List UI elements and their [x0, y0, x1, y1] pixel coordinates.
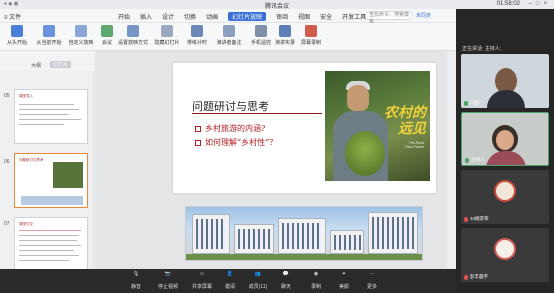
meeting-window: ● ◆ ▣ 腾讯会议 01:58:02 –□× ≡ 文件 开始 插入 设计 切换… — [0, 0, 554, 293]
from-start-button[interactable]: 从头开始 — [0, 25, 34, 46]
wps-menu-bar: ≡ 文件 开始 插入 设计 切换 动画 幻灯片放映 审阅 视图 安全 开发工具 … — [0, 9, 456, 25]
more-button[interactable]: ⋯ 更多 — [356, 271, 388, 290]
thumb-title: 课堂导入 — [19, 94, 33, 98]
title-underline — [192, 113, 322, 114]
members-icon: 👥 — [254, 271, 262, 277]
slide-thumbnail-selected[interactable]: 问题研讨与思考 — [14, 153, 88, 208]
participants-panel: 正在讲话: 主持人; 马国 主持人 34桃李荣 彭丰晨宇 — [456, 9, 554, 293]
participant-tile[interactable]: 马国 — [461, 54, 549, 108]
microphone-icon: 🎙 — [132, 271, 140, 277]
chat-button[interactable]: 💬 聊天 — [270, 271, 302, 290]
checkbox-bullet-icon — [195, 125, 201, 132]
notes-icon — [223, 25, 235, 37]
mute-button[interactable]: 🎙 静音 — [120, 271, 152, 290]
campus-building-image — [185, 206, 423, 261]
sync-status[interactable]: 未同步 — [416, 12, 431, 19]
more-icon: ⋯ — [369, 271, 375, 277]
add-user-icon: 👤 — [226, 271, 234, 277]
avatar — [494, 238, 516, 260]
thumb-number: 07 — [4, 221, 10, 227]
participant-name: 彭丰晨宇 — [464, 274, 488, 280]
stop-video-button[interactable]: 📷 停止视频 — [152, 271, 184, 290]
record-icon: ◉ — [313, 271, 319, 277]
tab-developer[interactable]: 开发工具 — [342, 12, 366, 21]
shared-screen: ≡ 文件 开始 插入 设计 切换 动画 幻灯片放映 审阅 视图 安全 开发工具 … — [0, 9, 456, 269]
mic-muted-icon — [464, 216, 468, 222]
thumb-building — [21, 196, 83, 205]
tab-design[interactable]: 设计 — [162, 12, 174, 21]
slide-title: 问题研讨与思考 — [192, 100, 269, 113]
record-icon — [305, 25, 317, 37]
magazine-title: 农村的 远见 — [384, 105, 426, 137]
speaking-indicator: 正在讲话: 主持人; — [462, 46, 502, 52]
play-icon — [11, 25, 23, 37]
participant-video — [496, 130, 514, 150]
current-slide[interactable]: 问题研讨与思考 乡村旅游的内涵? 如何理解“乡村性”？ 农村的 远见 The R… — [173, 63, 436, 193]
participant-name: 马国 — [464, 100, 479, 106]
file-menu[interactable]: ≡ 文件 — [4, 12, 21, 21]
tab-view[interactable]: 视图 — [298, 12, 310, 21]
speaker-notes-button[interactable]: 演讲者备注 — [212, 25, 246, 46]
play-current-icon — [43, 25, 55, 37]
thumb-title: 问题研讨与思考 — [19, 158, 44, 162]
thumb-photo — [53, 162, 83, 188]
ribbon-tabs: 开始 插入 设计 切换 动画 幻灯片放映 审阅 视图 安全 开发工具 — [118, 12, 366, 21]
slides-tab[interactable]: 幻灯片 — [50, 61, 72, 68]
participant-name: 34桃李荣 — [464, 216, 489, 222]
meeting-toolbar: 🎙 静音 📷 停止视频 ▭ 共享屏幕 👤 邀请 👥 成员(11) 💬 聊天 ◉ 录制 ✦ 美颜 … — [0, 269, 456, 293]
magazine-cover-image: 农村的 远见 The Rural Farm Future — [325, 71, 430, 181]
mic-icon — [465, 157, 469, 163]
timer-icon — [191, 25, 203, 37]
rehearse-timing-button[interactable]: 排练计时 — [180, 25, 214, 46]
title-bar: ● ◆ ▣ 腾讯会议 01:58:02 –□× — [0, 0, 554, 10]
speech-icon — [279, 25, 291, 37]
custom-show-icon — [75, 25, 87, 37]
thumb-number: 05 — [4, 93, 10, 99]
participant-tile[interactable]: 彭丰晨宇 — [461, 228, 549, 282]
phone-icon — [255, 25, 267, 37]
hide-slide-button[interactable]: 隐藏幻灯片 — [150, 25, 184, 46]
checkbox-bullet-icon — [195, 139, 201, 146]
thumb-number: 06 — [4, 159, 10, 165]
slide-thumbnail[interactable]: 课堂讨论 — [14, 217, 88, 269]
magazine-subtitle: The Rural Farm Future — [404, 141, 424, 149]
beauty-icon: ✦ — [341, 271, 347, 277]
slide-bullet: 乡村旅游的内涵? — [195, 123, 265, 134]
participant-tile-active[interactable]: 主持人 — [461, 112, 549, 166]
chat-icon: 💬 — [282, 271, 290, 277]
from-current-button[interactable]: 从当前开始 — [32, 25, 66, 46]
slide-thumbnails: 05 课堂导入 06 问题研讨与思考 07 课堂讨论 — [0, 71, 94, 269]
participant-name: 主持人 — [465, 157, 485, 163]
window-controls[interactable]: –□× — [529, 1, 551, 7]
tab-review[interactable]: 审阅 — [276, 12, 288, 21]
slide-thumbnail[interactable]: 课堂导入 — [14, 89, 88, 144]
tab-insert[interactable]: 插入 — [140, 12, 152, 21]
meeting-timer: 01:58:02 — [496, 1, 520, 7]
avatar — [494, 180, 516, 202]
tab-animations[interactable]: 动画 — [206, 12, 218, 21]
command-search-input[interactable]: 查找命令、搜索模板 — [365, 11, 413, 25]
tab-transitions[interactable]: 切换 — [184, 12, 196, 21]
setup-show-button[interactable]: 设置放映方式 — [116, 25, 150, 46]
thumbnail-panel-header: 大纲 幻灯片 — [0, 60, 94, 71]
camera-icon: 📷 — [164, 271, 172, 277]
mic-icon — [464, 100, 468, 106]
thumb-title: 课堂讨论 — [19, 222, 33, 226]
screen-record-button[interactable]: 屏幕录制 — [294, 25, 328, 46]
tab-home[interactable]: 开始 — [118, 12, 130, 21]
outline-tab[interactable]: 大纲 — [31, 62, 41, 69]
mic-muted-icon — [464, 274, 468, 280]
hide-slide-icon — [161, 25, 173, 37]
slide-bullet: 如何理解“乡村性”？ — [195, 137, 277, 148]
tab-slideshow[interactable]: 幻灯片放映 — [228, 12, 267, 21]
ribbon-toolbar: 从头开始 从当前开始 自定义放映 会议 设置放映方式 隐藏幻灯片 排练计时 演讲… — [0, 23, 456, 51]
slide-canvas: 问题研讨与思考 乡村旅游的内涵? 如何理解“乡村性”？ 农村的 远见 The R… — [95, 51, 456, 269]
participant-tile[interactable]: 34桃李荣 — [461, 170, 549, 224]
vertical-scrollbar[interactable] — [447, 51, 456, 269]
meeting-icon — [101, 25, 113, 37]
share-screen-icon: ▭ — [199, 271, 205, 277]
setup-icon — [127, 25, 139, 37]
tab-security[interactable]: 安全 — [320, 12, 332, 21]
